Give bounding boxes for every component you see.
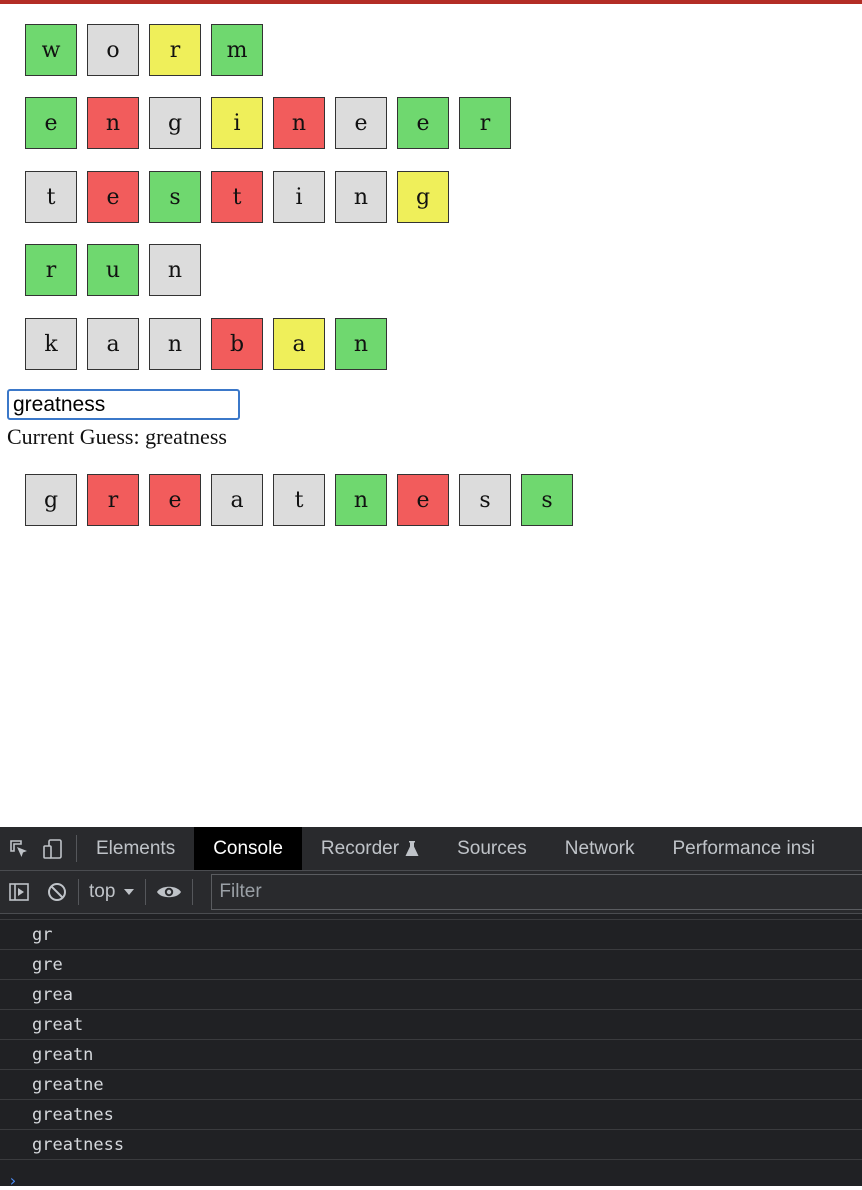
console-toolbar: top Filter: [0, 871, 862, 914]
tab-recorder[interactable]: Recorder: [302, 827, 438, 870]
clear-console-icon[interactable]: [46, 881, 68, 903]
letter-tile: g: [149, 97, 201, 149]
tab-console[interactable]: Console: [194, 827, 302, 870]
current-guess-label: Current Guess: greatness: [7, 424, 227, 449]
guess-row: testing: [25, 171, 449, 223]
guess-input[interactable]: [7, 389, 240, 420]
console-log-line: great: [0, 1010, 862, 1040]
eye-icon[interactable]: [156, 883, 182, 901]
console-prompt-icon[interactable]: ›: [8, 1171, 18, 1190]
current-guess-row: greatness: [25, 474, 573, 526]
devtools-panel: Elements Console Recorder Sources Networ…: [0, 827, 862, 1186]
console-log-line: greatne: [0, 1070, 862, 1100]
letter-tile: n: [335, 171, 387, 223]
console-log-line: gr: [0, 920, 862, 950]
devtools-tab-bar: Elements Console Recorder Sources Networ…: [0, 827, 862, 871]
tab-elements[interactable]: Elements: [77, 827, 194, 870]
guess-row: engineer: [25, 97, 511, 149]
letter-tile: r: [149, 24, 201, 76]
letter-tile: a: [211, 474, 263, 526]
console-log-line: greatn: [0, 1040, 862, 1070]
console-log-line: greatness: [0, 1130, 862, 1160]
guess-row: kanban: [25, 318, 387, 370]
letter-tile: n: [273, 97, 325, 149]
letter-tile: t: [25, 171, 77, 223]
device-toggle-icon[interactable]: [42, 838, 64, 860]
console-log-line: greatnes: [0, 1100, 862, 1130]
guess-row: worm: [25, 24, 263, 76]
letter-tile: r: [25, 244, 77, 296]
dropdown-arrow-icon: [123, 881, 135, 903]
letter-tile: e: [25, 97, 77, 149]
letter-tile: e: [87, 171, 139, 223]
letter-tile: t: [211, 171, 263, 223]
letter-tile: w: [25, 24, 77, 76]
guess-row: run: [25, 244, 201, 296]
letter-tile: s: [459, 474, 511, 526]
letter-tile: m: [211, 24, 263, 76]
letter-tile: a: [273, 318, 325, 370]
letter-tile: n: [149, 244, 201, 296]
letter-tile: k: [25, 318, 77, 370]
letter-tile: i: [211, 97, 263, 149]
letter-tile: u: [87, 244, 139, 296]
letter-tile: e: [397, 474, 449, 526]
letter-tile: e: [335, 97, 387, 149]
letter-tile: r: [87, 474, 139, 526]
letter-tile: n: [149, 318, 201, 370]
context-selector[interactable]: top: [89, 881, 135, 903]
letter-tile: t: [273, 474, 325, 526]
inspect-icon[interactable]: [8, 838, 30, 860]
letter-tile: n: [335, 474, 387, 526]
letter-tile: b: [211, 318, 263, 370]
console-log-line: gre: [0, 950, 862, 980]
letter-tile: e: [149, 474, 201, 526]
letter-tile: s: [521, 474, 573, 526]
console-output: gr gre grea great greatn greatne greatnes great…: [0, 914, 862, 1160]
letter-tile: n: [335, 318, 387, 370]
letter-tile: i: [273, 171, 325, 223]
tab-sources[interactable]: Sources: [438, 827, 546, 870]
tab-network[interactable]: Network: [546, 827, 654, 870]
letter-tile: s: [149, 171, 201, 223]
letter-tile: r: [459, 97, 511, 149]
letter-tile: n: [87, 97, 139, 149]
letter-tile: g: [397, 171, 449, 223]
console-filter-input[interactable]: Filter: [211, 874, 862, 910]
letter-tile: e: [397, 97, 449, 149]
console-log-line: grea: [0, 980, 862, 1010]
flask-icon: [405, 840, 419, 858]
letter-tile: a: [87, 318, 139, 370]
letter-tile: g: [25, 474, 77, 526]
letter-tile: o: [87, 24, 139, 76]
sidebar-toggle-icon[interactable]: [8, 881, 30, 903]
tab-performance-insights[interactable]: Performance insi: [653, 827, 834, 870]
